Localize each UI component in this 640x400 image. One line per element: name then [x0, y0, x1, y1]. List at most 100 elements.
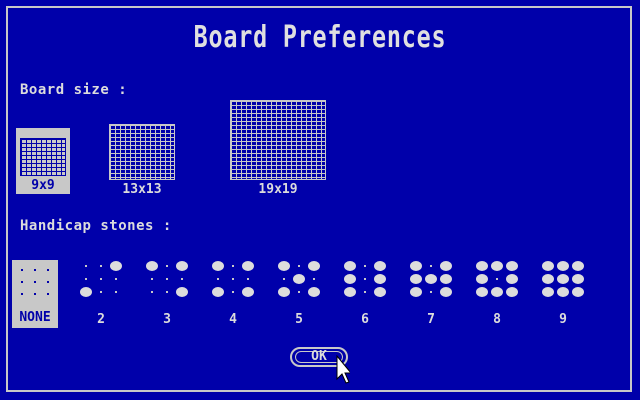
- stone: [146, 261, 158, 271]
- star-point: [166, 265, 168, 267]
- stone: [506, 274, 518, 284]
- handicap-option-label: 8: [493, 312, 501, 327]
- star-point: [364, 291, 366, 293]
- stone: [572, 261, 584, 271]
- board-option-label: 9x9: [31, 178, 55, 193]
- handicap-7-icon: [410, 261, 452, 297]
- handicap-option-label: NONE: [19, 310, 51, 325]
- board-option-9x9[interactable]: 9x9: [16, 128, 70, 194]
- stone: [110, 261, 122, 271]
- stone: [374, 287, 386, 297]
- stone: [344, 287, 356, 297]
- stone: [308, 287, 320, 297]
- handicap-option-label: 7: [427, 312, 435, 327]
- stone: [440, 261, 452, 271]
- star-point: [166, 291, 168, 293]
- handicap-option-3[interactable]: 3: [142, 258, 192, 327]
- star-point: [298, 291, 300, 293]
- handicap-option-2[interactable]: 2: [76, 258, 126, 327]
- board-option-13x13[interactable]: 13x13: [106, 120, 178, 197]
- star-point: [217, 278, 219, 280]
- star-point: [232, 278, 234, 280]
- ok-button-label: OK: [311, 349, 327, 364]
- handicap-option-6[interactable]: 6: [340, 258, 390, 327]
- handicap-6-icon: [344, 261, 386, 297]
- stone: [542, 274, 554, 284]
- stone: [80, 287, 92, 297]
- stone: [572, 274, 584, 284]
- stone: [491, 287, 503, 297]
- stone: [308, 261, 320, 271]
- board-19x19-icon: [230, 100, 326, 180]
- board-option-19x19[interactable]: 19x19: [226, 98, 330, 197]
- handicap-8-icon: [476, 261, 518, 297]
- stone: [557, 287, 569, 297]
- star-point: [85, 265, 87, 267]
- handicap-4-icon: [212, 261, 254, 297]
- handicap-option-label: 6: [361, 312, 369, 327]
- stone: [557, 274, 569, 284]
- star-point: [232, 291, 234, 293]
- star-point: [115, 291, 117, 293]
- stone: [242, 287, 254, 297]
- stone: [410, 261, 422, 271]
- handicap-option-label: 5: [295, 312, 303, 327]
- handicap-2-icon: [80, 261, 122, 297]
- star-point: [430, 291, 432, 293]
- star-point: [247, 278, 249, 280]
- star-point: [298, 265, 300, 267]
- star-point: [100, 291, 102, 293]
- stone: [293, 274, 305, 284]
- star-point: [181, 278, 183, 280]
- handicap-option-label: 2: [97, 312, 105, 327]
- stone: [425, 274, 437, 284]
- stone: [476, 287, 488, 297]
- handicap-option-9[interactable]: 9: [538, 258, 588, 327]
- stone: [410, 287, 422, 297]
- stone: [344, 274, 356, 284]
- handicap-option-8[interactable]: 8: [472, 258, 522, 327]
- star-point: [115, 278, 117, 280]
- stone: [557, 261, 569, 271]
- stone: [212, 287, 224, 297]
- handicap-option-4[interactable]: 4: [208, 258, 258, 327]
- stone: [176, 261, 188, 271]
- handicap-option-5[interactable]: 5: [274, 258, 324, 327]
- stone: [476, 274, 488, 284]
- star-point: [430, 265, 432, 267]
- stone: [374, 261, 386, 271]
- star-point: [364, 278, 366, 280]
- star-point: [496, 278, 498, 280]
- stone: [440, 274, 452, 284]
- handicap-option-7[interactable]: 7: [406, 258, 456, 327]
- handicap-option-none[interactable]: NONE: [12, 260, 58, 328]
- stone: [410, 274, 422, 284]
- dialog-title: Board Preferences: [193, 20, 447, 55]
- star-point: [364, 265, 366, 267]
- stone: [440, 287, 452, 297]
- empty-board-icon: [21, 269, 49, 295]
- star-point: [313, 278, 315, 280]
- stone: [374, 274, 386, 284]
- stone: [491, 261, 503, 271]
- star-point: [232, 265, 234, 267]
- handicap-option-label: 3: [163, 312, 171, 327]
- stone: [476, 261, 488, 271]
- stone: [572, 287, 584, 297]
- star-point: [166, 278, 168, 280]
- handicap-9-icon: [542, 261, 584, 297]
- stone: [278, 287, 290, 297]
- handicap-option-label: 4: [229, 312, 237, 327]
- stone: [542, 261, 554, 271]
- star-point: [100, 278, 102, 280]
- stone: [176, 287, 188, 297]
- stone: [242, 261, 254, 271]
- stone: [278, 261, 290, 271]
- stone: [542, 287, 554, 297]
- star-point: [100, 265, 102, 267]
- mouse-pointer-icon: [336, 355, 350, 384]
- star-point: [151, 278, 153, 280]
- stone: [212, 261, 224, 271]
- board-option-label: 13x13: [122, 182, 162, 197]
- board-9x9-icon: [20, 138, 66, 176]
